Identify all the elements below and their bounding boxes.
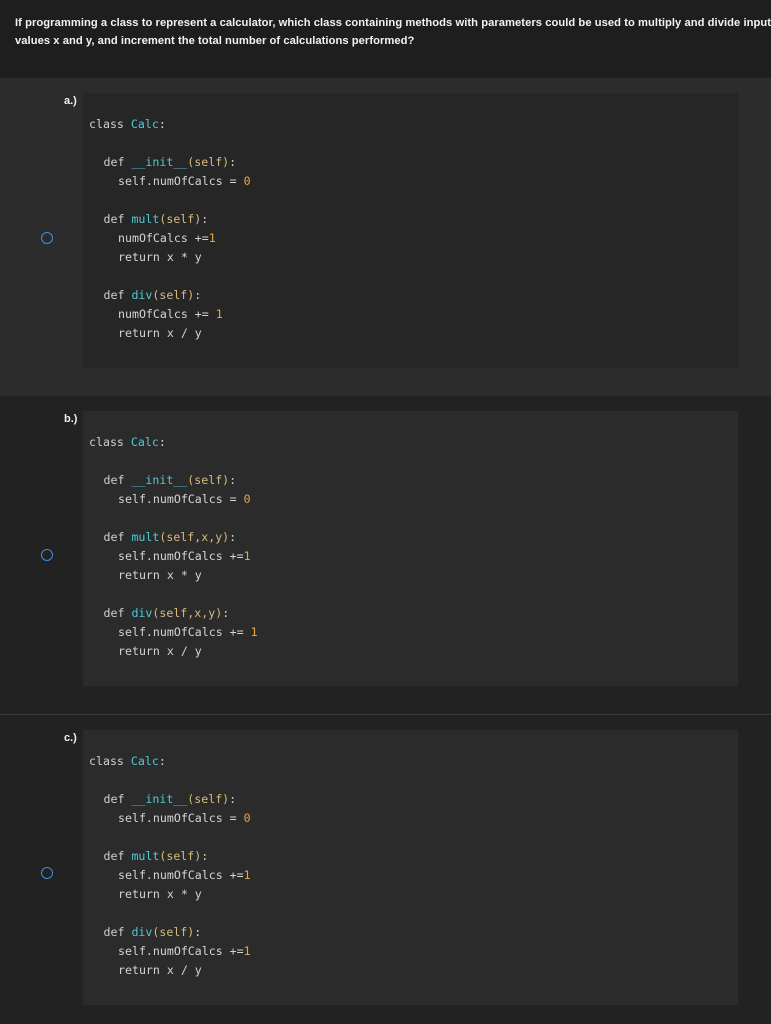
code-number: 1: [243, 944, 251, 958]
code-keyword: def: [103, 530, 125, 544]
answer-option-b[interactable]: b.) class Calc: def __init__(self): self.n…: [0, 396, 771, 714]
code-params: (self): [159, 212, 202, 226]
question-line-1: If programming a class to represent a ca…: [15, 17, 771, 29]
code-text: class Calc: def __init__(self): self.numOf…: [89, 115, 251, 343]
code-keyword: def: [103, 849, 125, 863]
code-punct: :: [229, 792, 237, 806]
code-function-name: mult: [131, 530, 160, 544]
code-block: class Calc: def __init__(self): self.numOf…: [83, 93, 738, 368]
code-function-name: __init__: [131, 473, 188, 487]
code-punct: :: [229, 473, 237, 487]
code-block: class Calc: def __init__(self): self.numOf…: [83, 411, 738, 686]
code-keyword: def: [103, 925, 125, 939]
code-function-name: mult: [131, 212, 160, 226]
code-punct: :: [158, 117, 166, 131]
code-punct: :: [194, 925, 202, 939]
code-class-name: Calc: [130, 754, 159, 768]
code-function-name: __init__: [131, 155, 188, 169]
code-class-name: Calc: [130, 435, 159, 449]
radio-button-c[interactable]: [41, 867, 53, 879]
code-class-name: Calc: [130, 117, 159, 131]
code-keyword: def: [103, 212, 125, 226]
code-function-name: __init__: [131, 792, 188, 806]
code-block: class Calc: def __init__(self): self.numOf…: [83, 730, 738, 1005]
code-function-name: div: [131, 288, 153, 302]
code-keyword: def: [103, 473, 125, 487]
code-punct: :: [194, 288, 202, 302]
code-number: 1: [243, 868, 251, 882]
radio-button-b[interactable]: [41, 549, 53, 561]
code-params: (self,x,y): [152, 606, 223, 620]
code-return: return x / y: [118, 326, 202, 340]
code-punct: :: [222, 606, 230, 620]
option-letter: b.): [64, 413, 78, 425]
code-punct: :: [229, 155, 237, 169]
code-punct: :: [158, 754, 166, 768]
code-params: (self): [187, 473, 230, 487]
code-params: (self): [152, 288, 195, 302]
code-return: return x / y: [118, 963, 202, 977]
code-params: (self): [187, 792, 230, 806]
code-keyword: def: [103, 606, 125, 620]
code-return: return x * y: [118, 568, 202, 582]
code-number: 1: [243, 549, 251, 563]
code-punct: :: [201, 212, 209, 226]
code-statement: self.numOfCalcs +=: [118, 944, 244, 958]
answer-option-c[interactable]: c.) class Calc: def __init__(self): self.n…: [0, 714, 771, 1024]
code-statement: self.numOfCalcs +=: [118, 625, 251, 639]
code-function-name: div: [131, 606, 153, 620]
code-statement: self.numOfCalcs =: [118, 492, 244, 506]
question-header: If programming a class to represent a ca…: [0, 0, 771, 78]
code-statement: numOfCalcs +=: [118, 231, 209, 245]
code-statement: self.numOfCalcs =: [118, 811, 244, 825]
code-statement: numOfCalcs +=: [118, 307, 216, 321]
code-return: return x / y: [118, 644, 202, 658]
code-statement: self.numOfCalcs +=: [118, 868, 244, 882]
question-text: If programming a class to represent a ca…: [15, 14, 771, 50]
code-keyword: def: [103, 288, 125, 302]
code-keyword: def: [103, 792, 125, 806]
option-letter: a.): [64, 95, 77, 107]
code-keyword: class: [89, 117, 124, 131]
code-number: 1: [208, 231, 216, 245]
code-keyword: def: [103, 155, 125, 169]
code-number: 0: [243, 811, 251, 825]
code-number: 0: [243, 174, 251, 188]
code-punct: :: [201, 849, 209, 863]
code-params: (self): [152, 925, 195, 939]
code-text: class Calc: def __init__(self): self.numOf…: [89, 752, 251, 980]
code-punct: :: [229, 530, 237, 544]
code-number: 0: [243, 492, 251, 506]
option-letter: c.): [64, 732, 77, 744]
radio-button-a[interactable]: [41, 232, 53, 244]
code-keyword: class: [89, 435, 124, 449]
code-keyword: class: [89, 754, 124, 768]
code-params: (self): [187, 155, 230, 169]
question-line-2: values x and y, and increment the total …: [15, 35, 415, 47]
code-statement: self.numOfCalcs =: [118, 174, 244, 188]
code-params: (self): [159, 849, 202, 863]
code-text: class Calc: def __init__(self): self.numOf…: [89, 433, 258, 661]
code-return: return x * y: [118, 250, 202, 264]
code-number: 1: [215, 307, 223, 321]
answer-option-a[interactable]: a.) class Calc: def __init__(self): self.n…: [0, 78, 771, 396]
code-params: (self,x,y): [159, 530, 230, 544]
code-number: 1: [250, 625, 258, 639]
code-punct: :: [158, 435, 166, 449]
code-statement: self.numOfCalcs +=: [118, 549, 244, 563]
code-function-name: mult: [131, 849, 160, 863]
code-return: return x * y: [118, 887, 202, 901]
code-function-name: div: [131, 925, 153, 939]
